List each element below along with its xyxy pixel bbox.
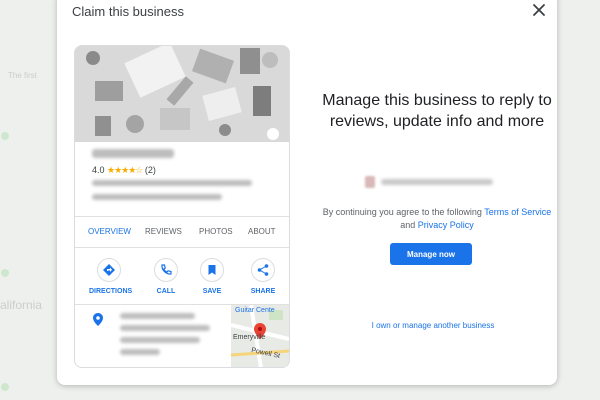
background-check-icon [1, 383, 9, 391]
card-tabs: OVERVIEW REVIEWS PHOTOS ABOUT [75, 216, 289, 248]
background-check-icon [1, 132, 9, 140]
business-category-redacted [92, 180, 252, 186]
dialog-title: Claim this business [72, 4, 184, 19]
account-row [363, 175, 513, 189]
rating-value: 4.0 [92, 165, 105, 175]
background-text: alifornia [0, 298, 43, 312]
another-business-link[interactable]: I own or manage another business [317, 321, 549, 330]
share-label: SHARE [250, 288, 276, 295]
share-icon [257, 264, 269, 276]
close-button[interactable] [529, 0, 549, 20]
review-count: (2) [144, 165, 156, 175]
map-thumbnail[interactable]: Guitar Cente Emeryville Powell St [231, 305, 289, 367]
directions-icon [103, 264, 115, 276]
address-redacted [120, 325, 210, 331]
call-button[interactable]: CALL [146, 258, 186, 295]
business-name-redacted [92, 149, 174, 158]
location-pin-icon [93, 313, 103, 326]
address-redacted [120, 349, 160, 355]
business-address-redacted [92, 194, 222, 200]
phone-icon [161, 264, 172, 275]
call-label: CALL [156, 288, 176, 295]
panel-headline: Manage this business to reply to reviews… [322, 92, 552, 130]
close-icon [533, 4, 545, 16]
address-redacted [120, 337, 200, 343]
tab-about[interactable]: ABOUT [248, 227, 276, 236]
directions-label: DIRECTIONS [89, 288, 133, 295]
map-label: Emeryville [233, 334, 266, 341]
address-redacted [120, 313, 195, 319]
rating-row: 4.0 ★★★★☆ (2) [92, 165, 156, 176]
consent-prefix: By continuing you agree to the following [322, 207, 482, 217]
directions-button[interactable]: DIRECTIONS [89, 258, 133, 295]
background-check-icon [1, 269, 9, 277]
claim-business-dialog: Claim this business 4.0 ★★★★☆ (2) OVERVI… [57, 0, 557, 385]
business-hero-image [75, 46, 289, 142]
tab-overview[interactable]: OVERVIEW [88, 227, 131, 236]
background-text: The first [8, 71, 37, 80]
account-avatar [365, 176, 375, 188]
terms-of-service-link[interactable]: Terms of Service [484, 207, 551, 217]
share-button[interactable]: SHARE [243, 258, 283, 295]
consent-and: and [400, 220, 416, 230]
bookmark-icon [208, 265, 216, 275]
account-email-redacted [381, 179, 493, 185]
privacy-policy-link[interactable]: Privacy Policy [418, 220, 474, 230]
map-label: Guitar Cente [235, 307, 275, 314]
star-rating: ★★★★☆ [107, 165, 143, 175]
tab-photos[interactable]: PHOTOS [199, 227, 233, 236]
tab-reviews[interactable]: REVIEWS [145, 227, 182, 236]
save-button[interactable]: SAVE [192, 258, 232, 295]
business-preview-card: 4.0 ★★★★☆ (2) OVERVIEW REVIEWS PHOTOS AB… [74, 45, 290, 368]
address-row: Guitar Cente Emeryville Powell St [75, 304, 289, 367]
manage-now-button[interactable]: Manage now [390, 243, 472, 265]
save-label: SAVE [202, 288, 222, 295]
consent-text: By continuing you agree to the following… [322, 206, 552, 232]
